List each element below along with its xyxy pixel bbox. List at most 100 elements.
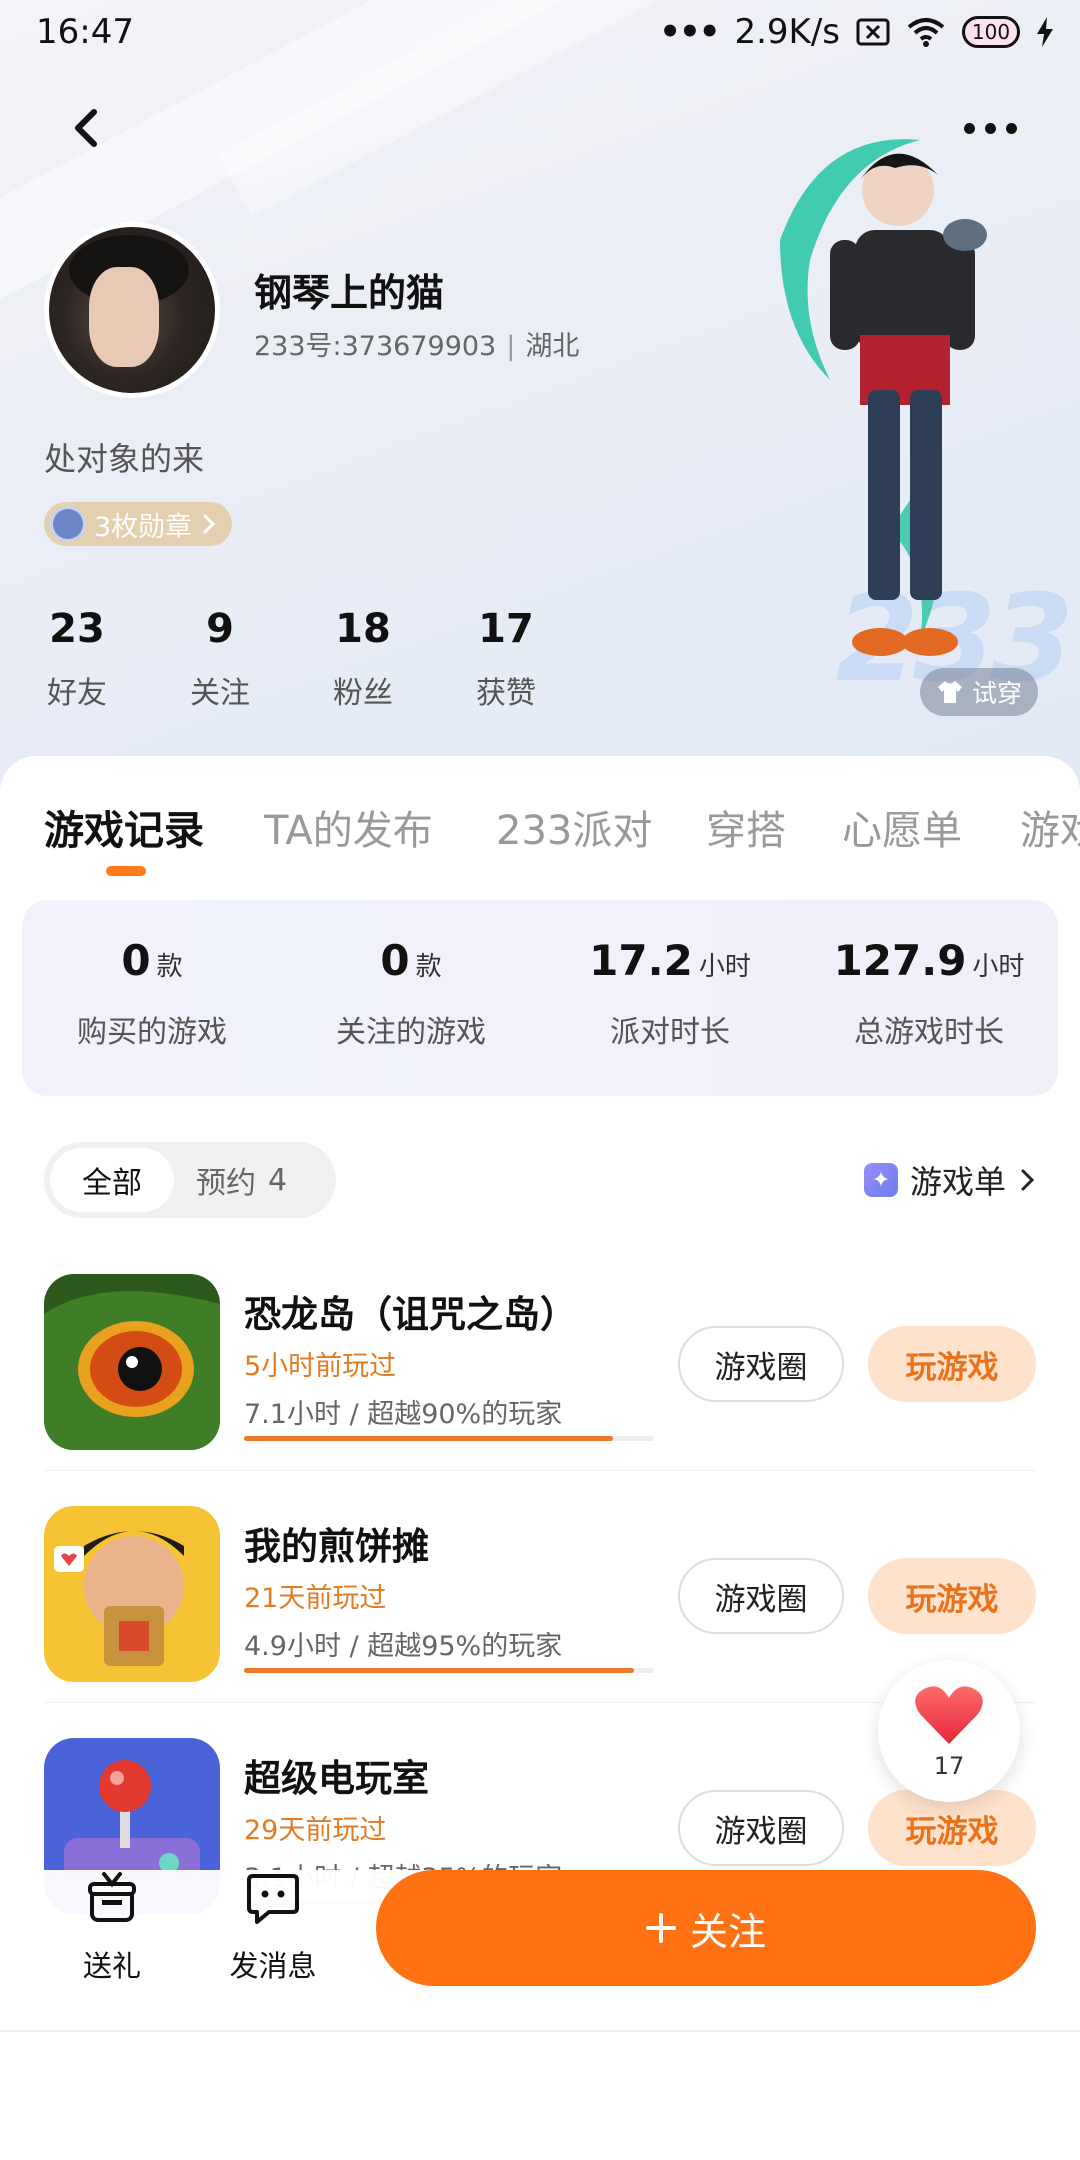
like-button[interactable]: 17 <box>878 1660 1020 1802</box>
message-button[interactable]: 发消息 <box>213 1870 333 1985</box>
summary-unit: 款 <box>415 952 442 982</box>
back-button[interactable] <box>60 100 116 156</box>
game-name: 我的煎饼摊 <box>244 1525 429 1568</box>
status-icons: ••• 2.9K/s 100 <box>659 12 1054 52</box>
summary-party-time: 17.2 小时 派对时长 <box>540 936 800 1051</box>
game-circle-button[interactable]: 游戏圈 <box>678 1558 844 1634</box>
summary-followed: 0款 关注的游戏 <box>281 936 541 1051</box>
summary-label: 关注的游戏 <box>336 1015 486 1050</box>
game-progress-bar <box>244 1436 654 1441</box>
heart-icon <box>915 1686 983 1744</box>
game-progress-fill <box>244 1668 634 1673</box>
summary-label: 购买的游戏 <box>77 1015 227 1050</box>
wifi-icon <box>907 18 945 47</box>
stat-friends[interactable]: 23 好友 <box>17 606 137 712</box>
tab-party[interactable]: 233派对 <box>496 798 652 856</box>
badges-button[interactable]: 3枚勋章 <box>44 502 233 546</box>
play-game-button[interactable]: 玩游戏 <box>868 1558 1036 1634</box>
tab-outfits[interactable]: 穿搭 <box>706 798 786 856</box>
badges-label: 3枚勋章 <box>94 511 193 543</box>
stat-label: 关注 <box>190 676 250 711</box>
game-progress-bar <box>244 1668 654 1673</box>
game-progress-fill <box>244 1436 613 1441</box>
game-summary: 0款 购买的游戏 0款 关注的游戏 17.2 小时 派对时长 127.9 小时 总游… <box>22 900 1058 1096</box>
plus-icon <box>645 1913 676 1943</box>
charging-icon <box>1037 17 1053 47</box>
summary-unit: 款 <box>156 952 183 982</box>
avatar-face <box>89 267 159 367</box>
message-label: 发消息 <box>229 1949 317 1983</box>
summary-label: 派对时长 <box>610 1015 730 1050</box>
profile-tabs: 游戏记录 TA的发布 233派对 穿搭 心愿单 游戏 <box>0 780 1080 860</box>
stat-following[interactable]: 9 关注 <box>160 606 280 712</box>
medal-icon <box>50 506 86 542</box>
sparkle-icon: ✦ <box>863 1163 898 1197</box>
game-row[interactable]: 恐龙岛（诅咒之岛） 5小时前玩过 7.1小时 / 超越90%的玩家 游戏圈 玩游… <box>0 1274 1080 1506</box>
divider <box>44 1470 1036 1471</box>
tab-wishlist[interactable]: 心愿单 <box>842 798 962 856</box>
game-icon-pancake-stall[interactable] <box>44 1506 220 1682</box>
tab-game-records[interactable]: 游戏记录 <box>44 798 204 856</box>
avatar[interactable] <box>44 222 220 398</box>
filter-reserve-button[interactable]: 预约 4 <box>196 1148 287 1212</box>
stat-value: 17 <box>478 606 534 652</box>
stat-value: 9 <box>206 606 234 652</box>
chevron-left-icon <box>75 109 97 147</box>
username: 钢琴上的猫 <box>254 271 445 315</box>
divider <box>0 2030 1080 2032</box>
summary-value: 17.2 <box>589 936 693 985</box>
gift-button[interactable]: 送礼 <box>52 1870 172 1985</box>
follow-button[interactable]: 关注 <box>376 1870 1036 1986</box>
game-list-link[interactable]: ✦ 游戏单 <box>863 1152 1038 1208</box>
summary-value: 127.9 <box>833 936 967 985</box>
bottom-action-bar: 送礼 发消息 关注 <box>0 1870 1080 2030</box>
game-playtime: 4.9小时 / 超越95%的玩家 <box>244 1631 563 1662</box>
status-bar: 16:47 ••• 2.9K/s 100 <box>0 0 1080 66</box>
stat-label: 好友 <box>47 676 107 711</box>
tab-posts[interactable]: TA的发布 <box>264 798 433 856</box>
status-time: 16:47 <box>36 12 134 52</box>
stat-value: 23 <box>49 606 105 652</box>
stat-value: 18 <box>335 606 391 652</box>
avatar-character[interactable] <box>760 120 1020 680</box>
try-on-button[interactable]: 试穿 <box>920 668 1039 716</box>
follow-label: 关注 <box>689 1909 766 1954</box>
battery-icon: 100 <box>962 16 1020 48</box>
summary-unit: 小时 <box>972 952 1025 982</box>
play-game-button[interactable]: 玩游戏 <box>868 1326 1036 1402</box>
tab-indicator <box>106 866 146 876</box>
user-id: 233号:373679903 <box>254 331 497 362</box>
game-playtime: 7.1小时 / 超越90%的玩家 <box>244 1399 563 1430</box>
tab-games[interactable]: 游戏 <box>1020 798 1080 856</box>
filter-all-button[interactable]: 全部 <box>50 1148 174 1212</box>
summary-value: 0 <box>121 936 151 985</box>
summary-value: 0 <box>380 936 410 985</box>
game-name: 超级电玩室 <box>244 1757 429 1800</box>
try-on-label: 试穿 <box>972 679 1023 708</box>
gift-icon <box>88 1872 136 1922</box>
game-list-label: 游戏单 <box>909 1163 1006 1201</box>
game-circle-button[interactable]: 游戏圈 <box>678 1326 844 1402</box>
user-id-line: 233号:373679903 | 湖北 <box>254 324 579 363</box>
sim-icon <box>856 18 890 46</box>
game-icon-dinosaur-eye[interactable] <box>44 1274 220 1450</box>
game-circle-button[interactable]: 游戏圈 <box>678 1790 844 1866</box>
signal-dots-icon: ••• <box>659 12 720 52</box>
user-location: 湖北 <box>525 331 580 362</box>
game-last-played: 21天前玩过 <box>244 1583 387 1614</box>
shirt-icon <box>938 681 962 703</box>
like-count: 17 <box>933 1752 965 1780</box>
chevron-right-icon <box>203 514 216 534</box>
divider: | <box>506 331 516 362</box>
user-bio: 处对象的来 <box>44 440 205 478</box>
stat-fans[interactable]: 18 粉丝 <box>303 606 423 712</box>
stat-label: 获赞 <box>476 676 536 711</box>
stat-label: 粉丝 <box>333 676 393 711</box>
chevron-right-icon <box>1021 1169 1035 1191</box>
chat-icon <box>247 1874 299 1924</box>
summary-purchased: 0款 购买的游戏 <box>22 936 282 1051</box>
filter-reserve-count: 4 <box>268 1162 288 1198</box>
net-speed: 2.9K/s <box>734 12 840 52</box>
game-last-played: 5小时前玩过 <box>244 1351 397 1382</box>
stat-likes[interactable]: 17 获赞 <box>446 606 566 712</box>
